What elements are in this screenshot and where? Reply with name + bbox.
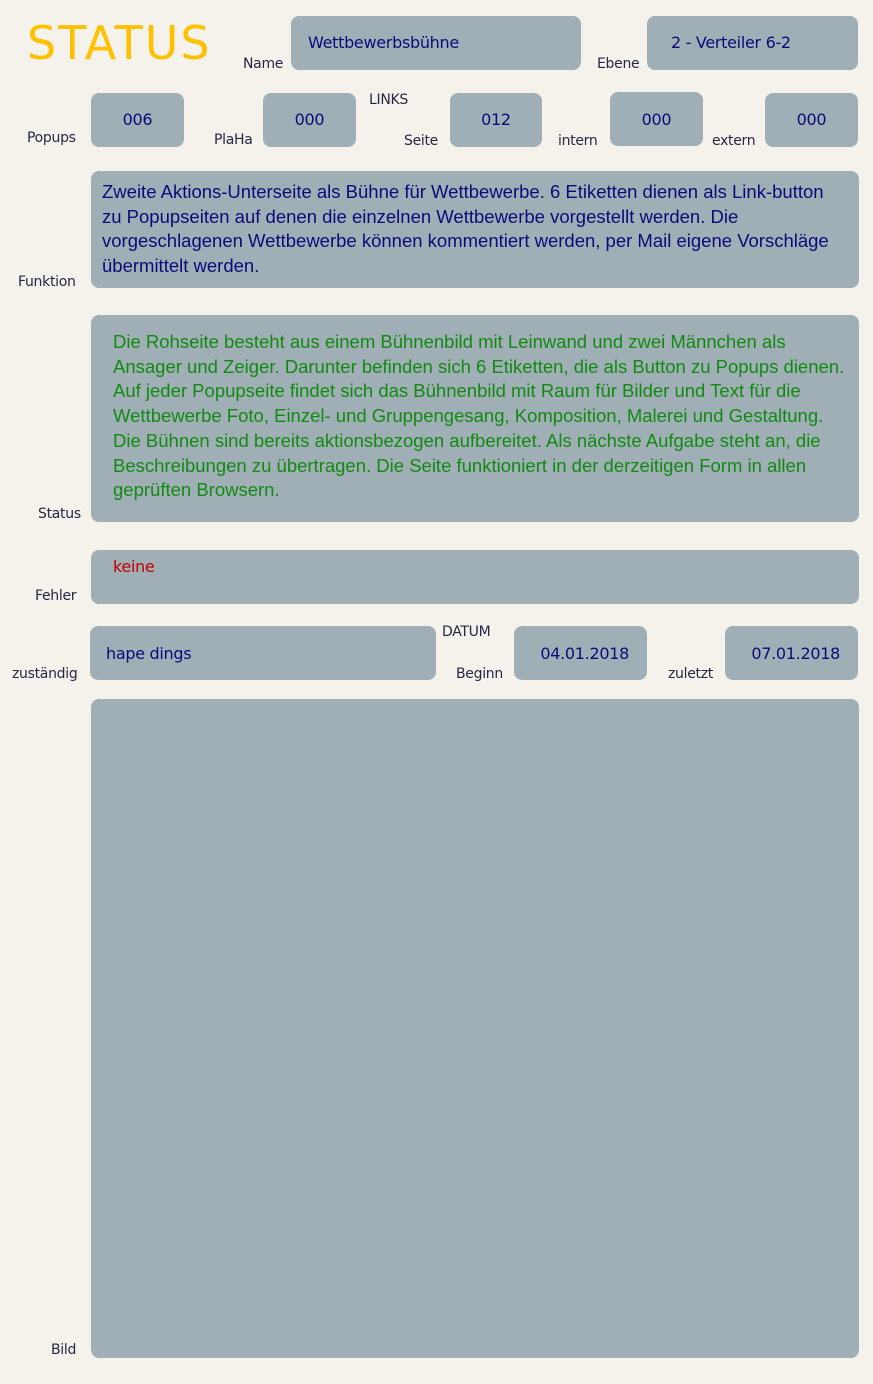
zustaendig-label: zuständig xyxy=(12,666,78,682)
zuletzt-field[interactable]: 07.01.2018 xyxy=(725,626,858,680)
extern-field[interactable]: 000 xyxy=(765,93,858,147)
popups-value: 006 xyxy=(122,110,153,129)
intern-value: 000 xyxy=(641,110,672,129)
beginn-value: 04.01.2018 xyxy=(540,644,629,663)
funktion-value: Zweite Aktions-Unterseite als Bühne für … xyxy=(102,181,829,277)
funktion-field[interactable]: Zweite Aktions-Unterseite als Bühne für … xyxy=(91,171,859,288)
plaha-field[interactable]: 000 xyxy=(263,93,356,147)
name-value: Wettbewerbsbühne xyxy=(308,33,459,52)
funktion-label: Funktion xyxy=(18,274,76,290)
seite-label: Seite xyxy=(404,133,438,149)
links-heading: LINKS xyxy=(369,92,408,108)
datum-heading: DATUM xyxy=(442,624,491,640)
fehler-value: keine xyxy=(113,557,155,576)
fehler-label: Fehler xyxy=(35,588,77,604)
zustaendig-value: hape dings xyxy=(106,644,192,663)
name-label: Name xyxy=(243,56,284,72)
bild-image-area xyxy=(91,699,859,1358)
beginn-label: Beginn xyxy=(456,666,503,682)
intern-field[interactable]: 000 xyxy=(610,92,703,146)
status-field[interactable]: Die Rohseite besteht aus einem Bühnenbil… xyxy=(91,315,859,522)
seite-value: 012 xyxy=(481,110,511,129)
extern-value: 000 xyxy=(796,110,827,129)
name-field[interactable]: Wettbewerbsbühne xyxy=(291,16,581,70)
status-label: Status xyxy=(38,506,81,522)
beginn-field[interactable]: 04.01.2018 xyxy=(514,626,647,680)
bild-label: Bild xyxy=(51,1342,77,1358)
status-value: Die Rohseite besteht aus einem Bühnenbil… xyxy=(113,331,845,501)
ebene-field[interactable]: 2 - Verteiler 6-2 xyxy=(647,16,858,70)
extern-label: extern xyxy=(712,133,756,149)
seite-field[interactable]: 012 xyxy=(450,93,542,147)
popups-label: Popups xyxy=(27,130,76,146)
ebene-value: 2 - Verteiler 6-2 xyxy=(671,33,791,52)
zuletzt-label: zuletzt xyxy=(668,666,713,682)
zuletzt-value: 07.01.2018 xyxy=(751,644,840,663)
fehler-field[interactable]: keine xyxy=(91,550,859,604)
popups-field[interactable]: 006 xyxy=(91,93,184,147)
plaha-label: PlaHa xyxy=(214,132,253,148)
intern-label: intern xyxy=(558,133,598,149)
page-title: STATUS xyxy=(27,16,212,70)
ebene-label: Ebene xyxy=(597,56,640,72)
plaha-value: 000 xyxy=(294,110,325,129)
zustaendig-field[interactable]: hape dings xyxy=(90,626,436,680)
